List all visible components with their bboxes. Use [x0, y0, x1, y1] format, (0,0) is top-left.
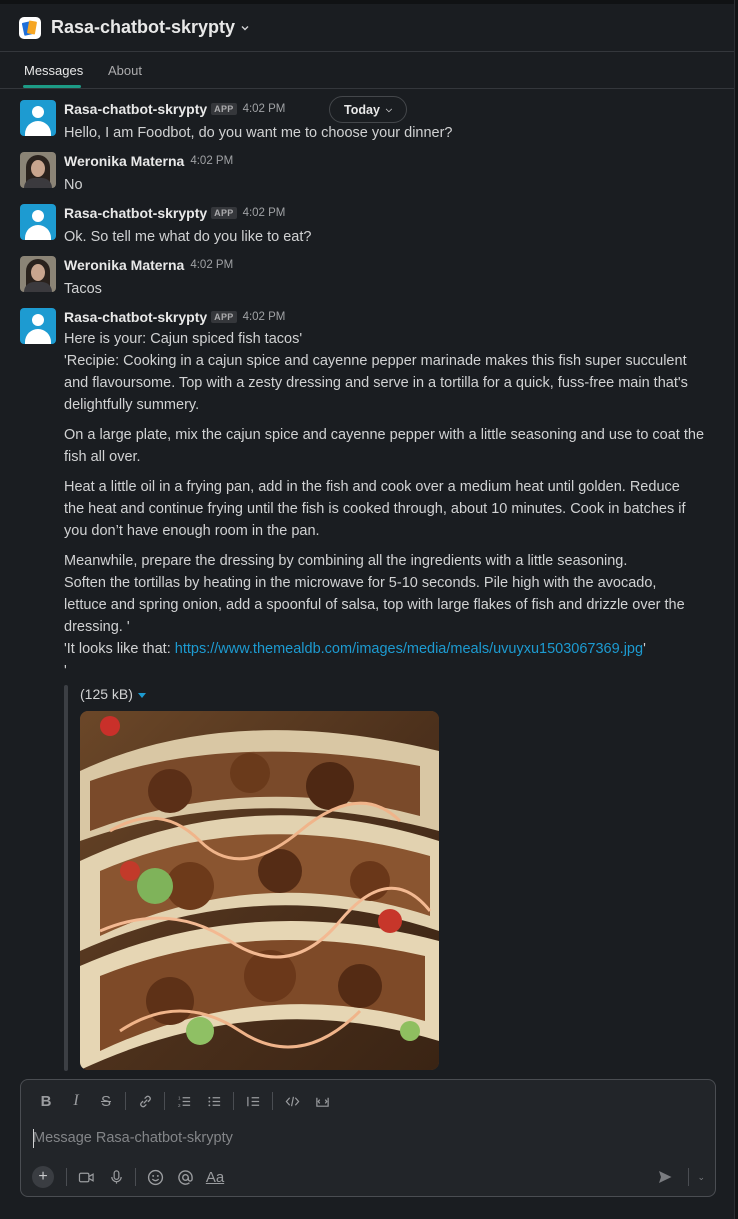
recipe-message-body: Here is your: Cajun spiced fish tacos' '…	[64, 328, 724, 682]
attachment-bar	[64, 685, 68, 1071]
tacos-image	[80, 711, 439, 1070]
channel-title[interactable]: Rasa-chatbot-skrypty	[51, 17, 235, 38]
message-composer: B I S 12 Message Rasa-chatbot-skrypty +	[20, 1079, 716, 1197]
message-line: fish all over.	[64, 449, 141, 465]
message-line: Meanwhile, prepare the dressing by combi…	[64, 553, 628, 569]
chevron-down-icon: ⌵	[385, 104, 392, 114]
app-badge: APP	[211, 311, 237, 323]
message-input[interactable]: Message Rasa-chatbot-skrypty	[33, 1130, 233, 1146]
tab-about[interactable]: About	[108, 63, 142, 78]
ordered-list-icon[interactable]: 12	[169, 1090, 199, 1112]
app-logo-icon	[19, 16, 41, 39]
message-text: No	[64, 177, 83, 193]
formatting-toggle-icon[interactable]: Aa	[200, 1164, 230, 1190]
blockquote-icon[interactable]	[238, 1090, 268, 1112]
attachment-size: (125 kB)	[80, 686, 133, 702]
message-line: the heat and continue frying until the f…	[64, 501, 686, 517]
channel-tabs: Messages About	[0, 53, 734, 89]
message-timestamp[interactable]: 4:02 PM	[190, 259, 233, 271]
code-block-icon[interactable]	[307, 1090, 337, 1112]
attachment-size-toggle[interactable]: (125 kB)	[80, 686, 146, 702]
strikethrough-icon[interactable]: S	[91, 1090, 121, 1112]
message-line: Heat a little oil in a frying pan, add i…	[64, 479, 680, 495]
link-prefix: 'It looks like that:	[64, 641, 175, 657]
message-line: you don’t have enough room in the pan.	[64, 523, 320, 539]
send-icon[interactable]	[650, 1164, 680, 1190]
bulleted-list-icon[interactable]	[199, 1090, 229, 1112]
message-item: Weronika Materna 4:02 PM Tacos	[20, 256, 720, 297]
message-text: Ok. So tell me what do you like to eat?	[64, 229, 312, 245]
window-right-edge	[734, 0, 738, 1219]
author-name[interactable]: Rasa-chatbot-skrypty	[64, 309, 207, 325]
chevron-down-icon[interactable]	[240, 23, 250, 33]
food-image-preview[interactable]	[80, 711, 439, 1070]
author-name[interactable]: Weronika Materna	[64, 153, 184, 169]
message-line: '	[64, 663, 67, 679]
date-divider-today[interactable]: Today ⌵	[329, 96, 407, 123]
message-line: 'Recipie: Cooking in a cajun spice and c…	[64, 353, 687, 369]
plus-icon[interactable]: +	[32, 1166, 54, 1188]
message-line: Soften the tortillas by heating in the m…	[64, 575, 657, 591]
message-text: Tacos	[64, 281, 102, 297]
send-controls: ⌄	[650, 1166, 705, 1188]
chevron-down-icon[interactable]: ⌄	[697, 1172, 705, 1183]
emoji-icon[interactable]	[140, 1164, 170, 1190]
svg-text:2: 2	[177, 1103, 180, 1108]
user-avatar[interactable]	[20, 152, 56, 188]
message-line: delightfully summery.	[64, 397, 200, 413]
channel-header: Rasa-chatbot-skrypty	[0, 4, 734, 52]
bold-icon[interactable]: B	[31, 1090, 61, 1112]
microphone-icon[interactable]	[101, 1164, 131, 1190]
link-suffix: '	[643, 641, 646, 657]
mention-icon[interactable]	[170, 1164, 200, 1190]
user-avatar[interactable]	[20, 256, 56, 292]
message-line: On a large plate, mix the cajun spice an…	[64, 427, 705, 443]
date-divider-label: Today	[344, 102, 380, 117]
message-timestamp[interactable]: 4:02 PM	[243, 207, 286, 219]
image-link[interactable]: https://www.themealdb.com/images/media/m…	[175, 641, 643, 657]
message-item: Rasa-chatbot-skrypty APP 4:02 PM Ok. So …	[20, 204, 720, 245]
active-tab-indicator	[23, 85, 81, 88]
message-line: lettuce and spring onion, add a spoonful…	[64, 597, 685, 613]
message-line: dressing. '	[64, 619, 130, 635]
app-badge: APP	[211, 207, 237, 219]
message-line: Here is your: Cajun spiced fish tacos'	[64, 331, 303, 347]
italic-icon[interactable]: I	[61, 1090, 91, 1112]
message-line: and flavoursome. Top with a zesty dressi…	[64, 375, 688, 391]
tab-messages[interactable]: Messages	[24, 63, 83, 78]
bot-avatar[interactable]	[20, 308, 56, 344]
code-icon[interactable]	[277, 1090, 307, 1112]
svg-text:1: 1	[177, 1095, 180, 1100]
author-name[interactable]: Rasa-chatbot-skrypty	[64, 101, 207, 117]
app-badge: APP	[211, 103, 237, 115]
video-icon[interactable]	[71, 1164, 101, 1190]
message-timestamp[interactable]: 4:02 PM	[243, 103, 286, 115]
formatting-toolbar: B I S 12	[31, 1090, 337, 1112]
message-item: Weronika Materna 4:02 PM No	[20, 152, 720, 193]
author-name[interactable]: Weronika Materna	[64, 257, 184, 273]
message-timestamp[interactable]: 4:02 PM	[190, 155, 233, 167]
caret-down-icon[interactable]	[137, 692, 146, 698]
composer-actions: + Aa	[31, 1164, 230, 1190]
bot-avatar[interactable]	[20, 100, 56, 136]
message-timestamp[interactable]: 4:02 PM	[243, 311, 286, 323]
message-text: Hello, I am Foodbot, do you want me to c…	[64, 125, 453, 141]
link-line: 'It looks like that: https://www.themeal…	[64, 638, 724, 660]
author-name[interactable]: Rasa-chatbot-skrypty	[64, 205, 207, 221]
link-icon[interactable]	[130, 1090, 160, 1112]
bot-avatar[interactable]	[20, 204, 56, 240]
